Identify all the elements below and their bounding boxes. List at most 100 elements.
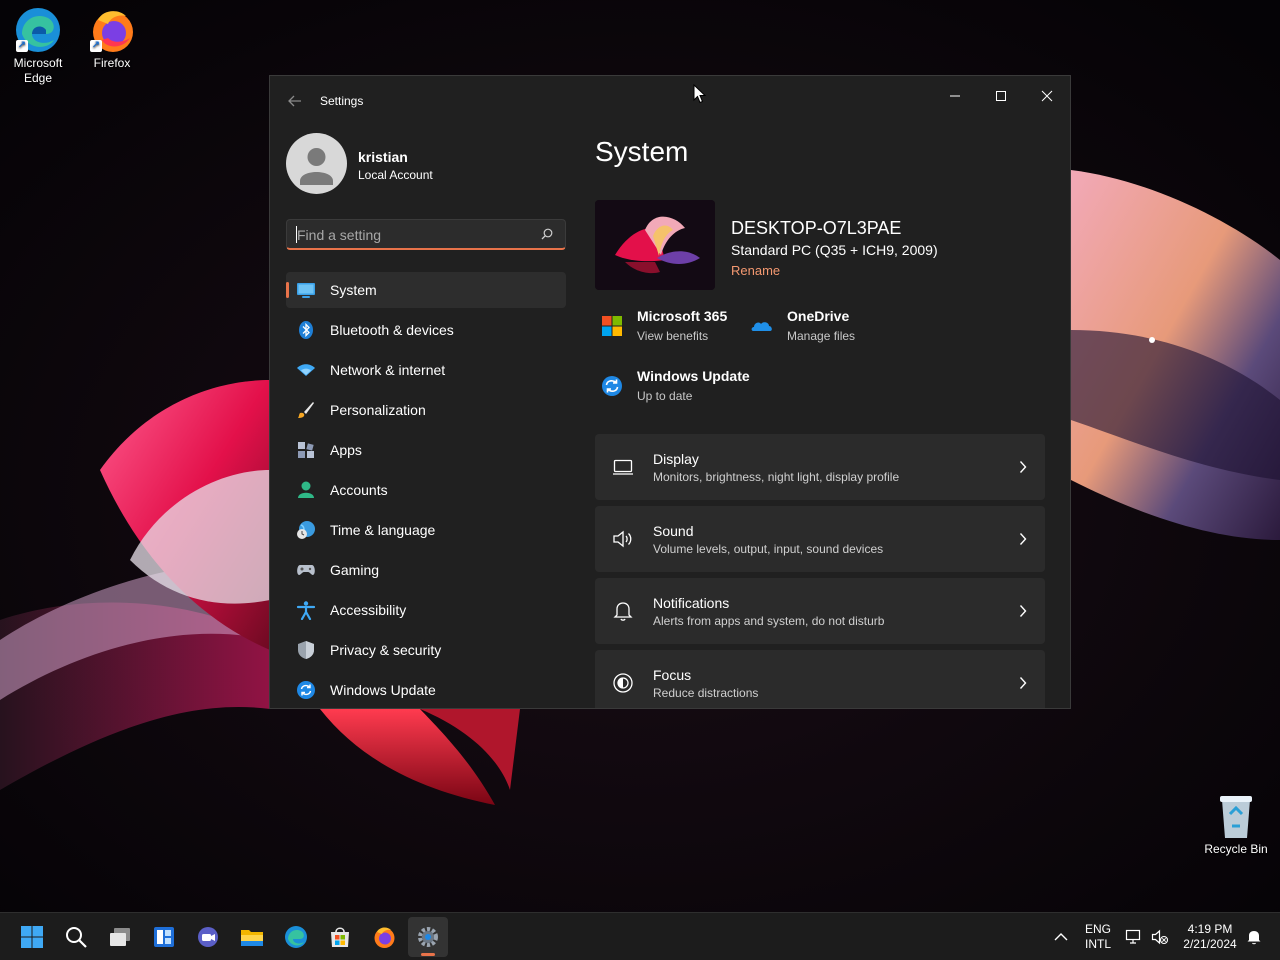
quick-link-title: Microsoft 365 [637, 308, 728, 324]
firefox-taskbar-button[interactable] [364, 917, 404, 957]
wifi-icon [297, 364, 315, 376]
sidebar-item-time-language[interactable]: Time & language [286, 512, 566, 548]
speaker-icon [613, 530, 632, 548]
speaker-muted-icon [1151, 929, 1169, 945]
sidebar-item-bluetooth[interactable]: Bluetooth & devices [286, 312, 566, 348]
apps-icon [298, 442, 314, 458]
desktop-icon-firefox[interactable]: ↗ Firefox [74, 6, 150, 71]
quick-link-subtitle: Manage files [787, 329, 856, 343]
edge-taskbar-button[interactable] [276, 917, 316, 957]
card-title: Display [653, 451, 699, 467]
search-input[interactable] [297, 225, 527, 245]
close-icon [1041, 90, 1053, 102]
shortcut-arrow-icon: ↗ [16, 40, 28, 52]
mouse-cursor-icon [693, 84, 707, 104]
chevron-up-icon [1054, 933, 1068, 941]
sidebar-item-label: Accounts [330, 482, 388, 498]
text-caret [296, 226, 297, 243]
gamepad-icon [297, 565, 315, 575]
monitor-icon [297, 283, 315, 298]
desktop-icon-label: Recycle Bin [1204, 842, 1268, 856]
back-arrow-icon [288, 95, 301, 107]
start-button[interactable] [12, 917, 52, 957]
keyboard-layout: INTL [1084, 937, 1111, 951]
chevron-right-icon [1019, 605, 1027, 617]
quick-link-microsoft-365[interactable]: Microsoft 365 View benefits [600, 308, 740, 352]
settings-card-display[interactable]: Display Monitors, brightness, night ligh… [595, 434, 1045, 500]
language-indicator[interactable]: ENG INTL [1080, 922, 1116, 952]
device-wallpaper-thumbnail[interactable] [595, 200, 715, 290]
show-hidden-icons-button[interactable] [1043, 917, 1079, 957]
title-bar[interactable]: Settings [270, 76, 1070, 124]
file-explorer-button[interactable] [232, 917, 272, 957]
quick-link-onedrive[interactable]: OneDrive Manage files [750, 308, 890, 352]
sidebar-item-label: Accessibility [330, 602, 407, 618]
language-code: ENG [1084, 922, 1111, 936]
widgets-button[interactable] [144, 917, 184, 957]
sidebar-item-label: Network & internet [330, 362, 446, 378]
sidebar-item-label: Apps [330, 442, 362, 458]
minimize-icon [950, 95, 960, 97]
device-model: Standard PC (Q35 + ICH9, 2009) [731, 242, 938, 258]
globe-clock-icon [297, 521, 315, 539]
clock-time: 4:19 PM [1187, 922, 1233, 936]
update-icon [602, 376, 622, 396]
settings-taskbar-button[interactable] [408, 917, 448, 957]
app-title: Settings [320, 94, 364, 108]
active-indicator [286, 282, 289, 298]
settings-card-notifications[interactable]: Notifications Alerts from apps and syste… [595, 578, 1045, 644]
firefox-icon [374, 927, 395, 948]
onedrive-cloud-icon [751, 322, 772, 331]
search-icon [541, 228, 553, 240]
desktop-icon-label: Firefox [93, 56, 131, 70]
sidebar-item-accessibility[interactable]: Accessibility [286, 592, 566, 628]
windows-logo-icon [21, 926, 43, 948]
sidebar-item-gaming[interactable]: Gaming [286, 552, 566, 588]
close-button[interactable] [1024, 80, 1070, 112]
device-name: DESKTOP-O7L3PAE [731, 218, 902, 238]
back-button[interactable] [284, 90, 306, 112]
sidebar-item-network[interactable]: Network & internet [286, 352, 566, 388]
display-icon [613, 459, 633, 475]
avatar[interactable] [286, 133, 347, 194]
sidebar-item-label: Personalization [330, 402, 426, 418]
sidebar-item-accounts[interactable]: Accounts [286, 472, 566, 508]
page-title: System [595, 136, 689, 167]
minimize-button[interactable] [932, 80, 978, 112]
search-icon [66, 927, 87, 948]
taskbar: ENG INTL 4:19 PM 2/21/2024 [0, 912, 1280, 960]
maximize-button[interactable] [978, 80, 1024, 112]
volume-button[interactable] [1146, 917, 1174, 957]
network-status-button[interactable] [1120, 917, 1148, 957]
search-box[interactable] [286, 219, 566, 250]
rename-link[interactable]: Rename [731, 263, 780, 278]
settings-card-focus[interactable]: Focus Reduce distractions [595, 650, 1045, 708]
person-avatar-icon [300, 148, 333, 185]
recycle-bin-icon [1212, 792, 1260, 840]
firefox-icon: ↗ [88, 6, 136, 54]
sidebar-item-system[interactable]: System [286, 272, 566, 308]
microsoft-logo-icon [602, 316, 622, 336]
notification-center-button[interactable] [1242, 917, 1266, 957]
sidebar-item-label: Gaming [330, 562, 380, 578]
quick-link-windows-update[interactable]: Windows Update Up to date [600, 368, 760, 412]
sidebar-item-windows-update[interactable]: Windows Update [286, 672, 566, 708]
chevron-right-icon [1019, 677, 1027, 689]
sidebar-item-privacy-security[interactable]: Privacy & security [286, 632, 566, 668]
store-button[interactable] [320, 917, 360, 957]
sidebar-item-personalization[interactable]: Personalization [286, 392, 566, 428]
task-view-button[interactable] [100, 917, 140, 957]
taskbar-search-button[interactable] [56, 917, 96, 957]
chat-button[interactable] [188, 917, 228, 957]
sidebar-item-apps[interactable]: Apps [286, 432, 566, 468]
settings-card-sound[interactable]: Sound Volume levels, output, input, soun… [595, 506, 1045, 572]
clock[interactable]: 4:19 PM 2/21/2024 [1178, 922, 1242, 952]
quick-link-subtitle: Up to date [637, 389, 693, 403]
card-description: Alerts from apps and system, do not dist… [653, 614, 885, 628]
chevron-right-icon [1019, 461, 1027, 473]
desktop-icon-recycle-bin[interactable]: Recycle Bin [1198, 792, 1274, 857]
card-title: Notifications [653, 595, 730, 611]
clock-date: 2/21/2024 [1183, 937, 1237, 951]
edge-icon: ↗ [14, 6, 62, 54]
desktop-icon-edge[interactable]: ↗ Microsoft Edge [0, 6, 76, 86]
